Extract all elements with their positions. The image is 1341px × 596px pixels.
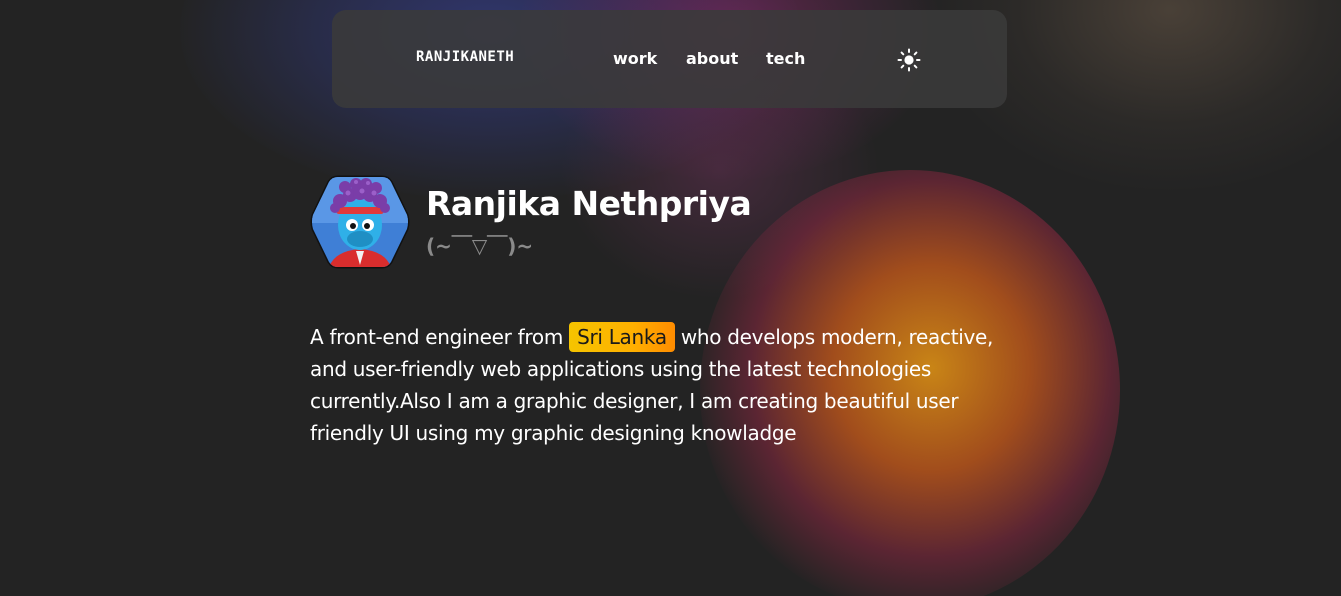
page: RANJIKANETH work about tech Ranjika Neth…	[0, 0, 1341, 596]
avatar-image	[310, 175, 410, 269]
nav-link-tech[interactable]: tech	[766, 49, 805, 68]
nav-link-about[interactable]: about	[686, 49, 738, 68]
bio-paragraph: A front-end engineer from Sri Lanka who …	[310, 321, 1010, 449]
nav-link-work[interactable]: work	[613, 49, 657, 68]
avatar	[310, 173, 410, 271]
bio-text-before: A front-end engineer from	[310, 325, 570, 349]
profile-name: Ranjika Nethpriya	[426, 184, 752, 223]
profile-kaomoji: (~￣▽￣)~	[426, 234, 534, 258]
navbar: RANJIKANETH work about tech	[332, 10, 1007, 108]
country-highlight: Sri Lanka	[569, 322, 675, 352]
brand-logo[interactable]: RANJIKANETH	[416, 49, 514, 65]
sun-icon	[897, 48, 921, 72]
theme-toggle-button[interactable]	[896, 47, 922, 73]
